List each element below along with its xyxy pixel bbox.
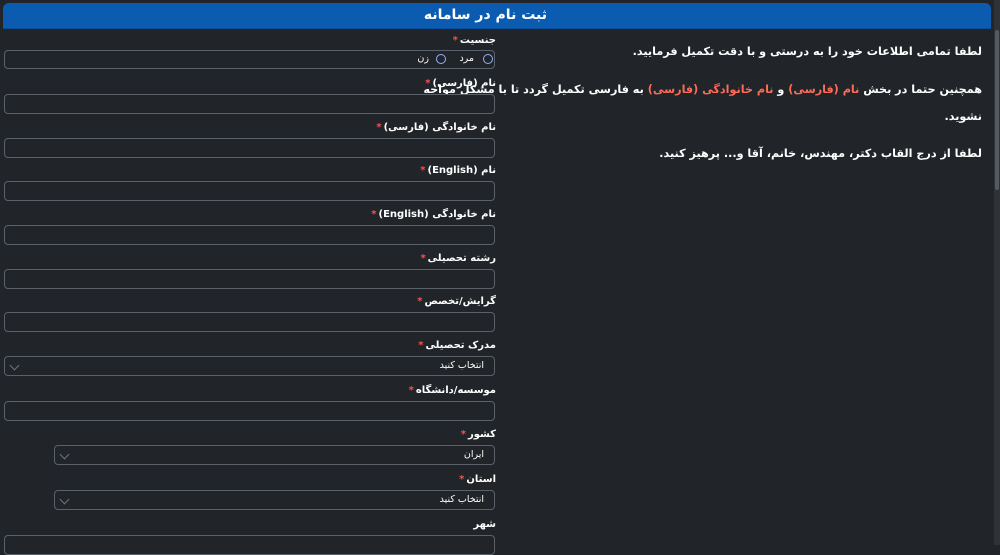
degree-selected-value: انتخاب کنید xyxy=(439,360,484,371)
degree-select[interactable]: انتخاب کنید xyxy=(4,356,495,376)
field-of-study-label-text: رشته تحصیلی xyxy=(427,253,496,264)
chevron-down-icon xyxy=(59,449,70,460)
province-label: استان* xyxy=(459,474,496,485)
chevron-down-icon xyxy=(59,494,70,505)
gender-male-radio[interactable] xyxy=(483,54,493,64)
country-select[interactable]: ایران xyxy=(54,445,495,465)
info-line-1: لطفا تمامی اطلاعات خود را به درستی و با … xyxy=(633,45,982,58)
gender-female-radio[interactable] xyxy=(436,54,446,64)
info-highlight-first-name: نام (فارسی) xyxy=(788,83,860,96)
first-name-fa-input[interactable] xyxy=(4,94,495,114)
province-selected-value: انتخاب کنید xyxy=(439,494,484,505)
city-label: شهر xyxy=(473,519,496,530)
required-marker: * xyxy=(371,209,377,220)
city-input[interactable] xyxy=(4,535,495,555)
required-marker: * xyxy=(376,122,382,133)
info-text-2-prefix: همچنین حتما در بخش xyxy=(863,83,982,96)
specialty-input[interactable] xyxy=(4,312,495,332)
info-text-4: لطفا از درج القاب دکتر، مهندس، خانم، آقا… xyxy=(659,147,982,160)
info-text-1: لطفا تمامی اطلاعات خود را به درستی و با … xyxy=(632,45,982,58)
first-name-en-input[interactable] xyxy=(4,181,495,201)
institute-input[interactable] xyxy=(4,401,495,421)
first-name-fa-label: نام (فارسی)* xyxy=(425,78,496,89)
country-label-text: کشور xyxy=(467,429,496,440)
page-header: ثبت نام در سامانه xyxy=(3,3,991,29)
province-label-text: استان xyxy=(466,474,496,485)
degree-label: مدرک تحصیلی* xyxy=(418,340,496,351)
city-label-text: شهر xyxy=(473,519,496,530)
gender-radio-group: مرد زن xyxy=(4,50,495,69)
page-scrollbar[interactable] xyxy=(994,0,1000,545)
info-line-3: نشوید. xyxy=(944,110,982,123)
required-marker: * xyxy=(417,296,423,307)
degree-label-text: مدرک تحصیلی xyxy=(425,340,496,351)
first-name-en-label: نام (English)* xyxy=(420,165,496,176)
last-name-en-label: نام خانوادگی (English)* xyxy=(371,209,496,220)
institute-label-text: موسسه/دانشگاه xyxy=(415,385,496,396)
scrollbar-thumb[interactable] xyxy=(995,30,999,190)
last-name-en-input[interactable] xyxy=(4,225,495,245)
specialty-label: گرایش/تخصص* xyxy=(417,296,496,307)
page-title: ثبت نام در سامانه xyxy=(423,7,547,23)
info-line-2: همچنین حتما در بخش نام (فارسی) و نام خان… xyxy=(423,83,982,96)
last-name-fa-label: نام خانوادگی (فارسی)* xyxy=(376,122,496,133)
province-select[interactable]: انتخاب کنید xyxy=(54,490,495,510)
info-highlight-last-name: نام خانوادگی (فارسی) xyxy=(647,83,774,96)
gender-label-text: جنسیت xyxy=(459,35,496,46)
required-marker: * xyxy=(408,385,414,396)
first-name-en-label-text: نام (English) xyxy=(427,165,496,176)
specialty-label-text: گرایش/تخصص xyxy=(424,296,496,307)
gender-label: جنسیت* xyxy=(453,35,496,46)
info-line-4: لطفا از درج القاب دکتر، مهندس، خانم، آقا… xyxy=(659,147,982,160)
country-selected-value: ایران xyxy=(463,449,484,460)
field-of-study-input[interactable] xyxy=(4,269,495,289)
last-name-fa-label-text: نام خانوادگی (فارسی) xyxy=(383,122,496,133)
first-name-fa-label-text: نام (فارسی) xyxy=(432,78,496,89)
required-marker: * xyxy=(459,474,465,485)
required-marker: * xyxy=(425,78,431,89)
field-of-study-label: رشته تحصیلی* xyxy=(420,253,496,264)
info-text-2-and: و xyxy=(777,83,785,96)
required-marker: * xyxy=(460,429,466,440)
gender-female-label[interactable]: زن xyxy=(417,53,429,64)
info-text-3: نشوید. xyxy=(944,110,982,123)
required-marker: * xyxy=(420,165,426,176)
required-marker: * xyxy=(418,340,424,351)
last-name-fa-input[interactable] xyxy=(4,138,495,158)
chevron-down-icon xyxy=(9,360,20,371)
institute-label: موسسه/دانشگاه* xyxy=(409,385,496,396)
last-name-en-label-text: نام خانوادگی (English) xyxy=(378,209,496,220)
gender-male-label[interactable]: مرد xyxy=(459,53,474,64)
required-marker: * xyxy=(420,253,426,264)
required-marker: * xyxy=(452,35,458,46)
country-label: کشور* xyxy=(461,429,496,440)
